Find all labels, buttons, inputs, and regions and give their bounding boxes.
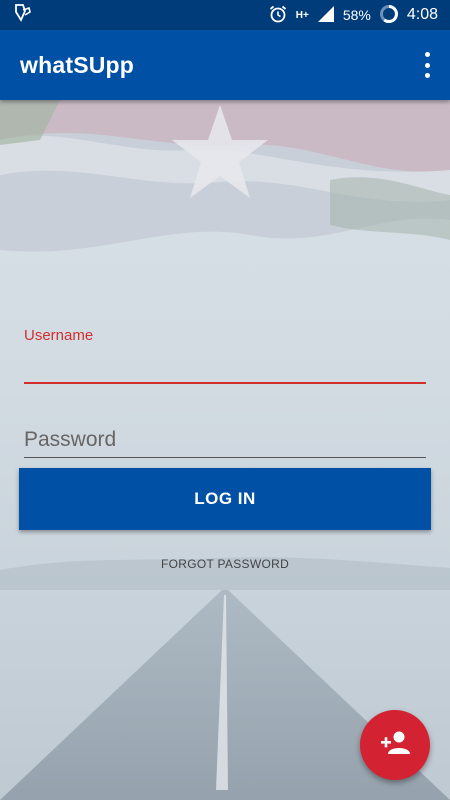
more-vertical-icon[interactable] xyxy=(418,52,436,78)
username-label: Username xyxy=(24,327,94,344)
app-bar: whatSUpp xyxy=(0,30,450,100)
forgot-password-link[interactable]: FORGOT PASSWORD xyxy=(0,557,450,571)
cleaner-app-icon xyxy=(12,2,34,29)
network-type: H+ xyxy=(295,9,309,21)
alarm-icon xyxy=(268,4,288,27)
status-bar: H+ 58% 4:08 xyxy=(0,0,450,30)
battery-percentage: 58% xyxy=(342,7,371,23)
username-field[interactable] xyxy=(24,350,426,384)
battery-ring-icon xyxy=(379,4,399,27)
login-button[interactable]: LOG IN xyxy=(19,468,431,530)
add-user-button[interactable] xyxy=(360,710,430,780)
password-field[interactable] xyxy=(24,422,426,458)
signal-icon xyxy=(317,5,335,26)
clock: 4:08 xyxy=(406,6,438,23)
app-title: whatSUpp xyxy=(20,51,135,78)
add-person-icon xyxy=(379,730,411,761)
